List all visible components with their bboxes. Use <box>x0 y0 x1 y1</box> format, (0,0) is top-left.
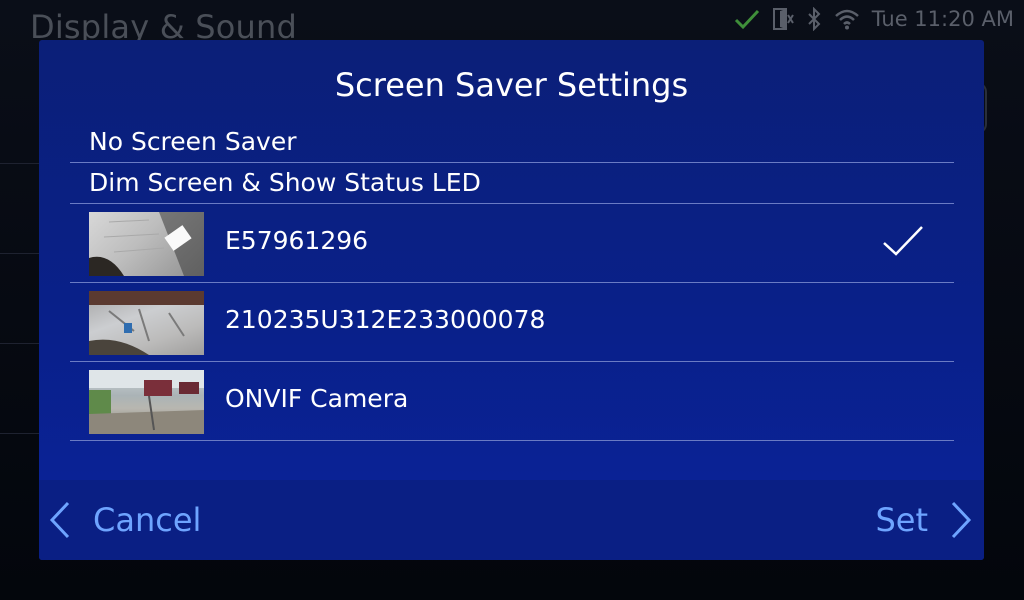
camera-option-onvif-camera[interactable]: ONVIF Camera <box>70 362 954 441</box>
camera-label: ONVIF Camera <box>225 384 409 413</box>
cancel-label: Cancel <box>93 501 202 539</box>
camera-label: E57961296 <box>225 226 369 255</box>
dialog-title: Screen Saver Settings <box>334 66 689 104</box>
camera-thumbnail <box>89 212 204 276</box>
selected-check-icon <box>882 224 924 262</box>
camera-thumbnail <box>89 291 204 355</box>
background-divider <box>0 163 40 164</box>
bluetooth-icon <box>806 7 822 31</box>
dialog-footer: Cancel Set <box>39 480 984 560</box>
screen-saver-options-list: No Screen Saver Dim Screen & Show Status… <box>70 122 954 441</box>
set-label: Set <box>875 501 928 539</box>
door-icon <box>772 7 794 31</box>
camera-thumbnail <box>89 370 204 434</box>
screen-saver-dialog: Screen Saver Settings No Screen Saver Di… <box>39 40 984 560</box>
cancel-button[interactable]: Cancel <box>49 480 201 560</box>
option-label: No Screen Saver <box>89 127 297 156</box>
status-bar: Tue 11:20 AM <box>734 4 1014 34</box>
background-divider <box>0 343 40 344</box>
camera-option-e57961296[interactable]: E57961296 <box>70 204 954 283</box>
wifi-icon <box>834 8 860 30</box>
chevron-right-icon <box>951 501 972 539</box>
check-icon <box>734 8 760 30</box>
camera-label: 210235U312E233000078 <box>225 305 546 334</box>
background-divider <box>0 253 40 254</box>
chevron-left-icon <box>49 501 70 539</box>
background-divider <box>0 433 40 434</box>
camera-option-210235u312e233000078[interactable]: 210235U312E233000078 <box>70 283 954 362</box>
option-no-screen-saver[interactable]: No Screen Saver <box>70 122 954 163</box>
status-time: Tue 11:20 AM <box>871 7 1014 31</box>
option-dim-screen[interactable]: Dim Screen & Show Status LED <box>70 163 954 204</box>
option-label: Dim Screen & Show Status LED <box>89 168 481 197</box>
set-button[interactable]: Set <box>875 480 972 560</box>
